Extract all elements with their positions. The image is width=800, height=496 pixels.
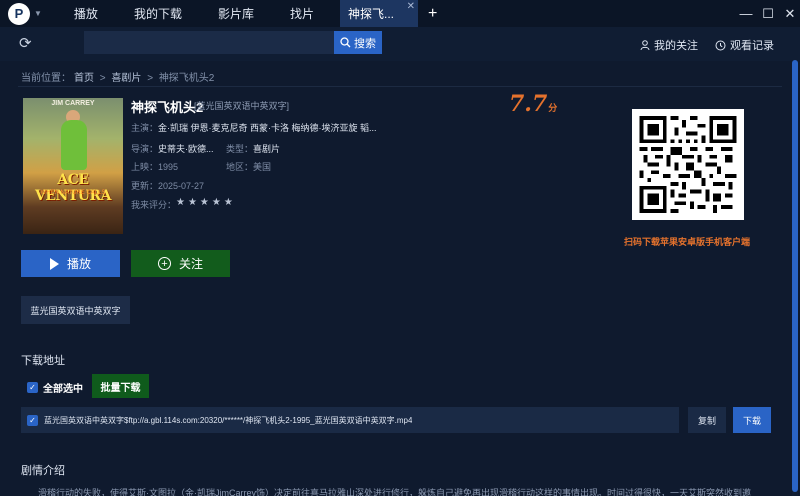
breadcrumb-sep: > (147, 73, 154, 84)
poster-figure (61, 120, 87, 170)
updated-row: 更新：2025-07-27 (131, 179, 204, 192)
genre-label: 类型： (226, 144, 254, 154)
checkbox-checked-icon[interactable]: ✓ (27, 382, 38, 393)
download-button[interactable]: 下载 (733, 407, 771, 433)
watch-history-label: 观看记录 (730, 40, 774, 52)
download-link-text[interactable]: 蓝光国英双语中英双字$ftp://a.gbl.114s.com:20320/**… (44, 415, 412, 426)
release-value: 1995 (158, 162, 179, 172)
tab-find-movie[interactable]: 找片 (272, 0, 332, 27)
search-bar: ⟳ 搜索 我的关注 观看记录 (0, 27, 800, 61)
movie-version-tag: [蓝光国英双语中英双字] (194, 101, 290, 111)
play-button[interactable]: 播放 (21, 250, 120, 277)
breadcrumb: 当前位置： 首页 > 喜剧片 > 神探飞机头2 (21, 69, 217, 84)
download-section-title: 下载地址 (21, 355, 65, 367)
cast-row: 主演：金·凯瑞 伊恩·麦克尼奇 西蒙·卡洛 梅纳德·埃济亚旋 韬... (131, 121, 377, 134)
region-row: 地区：美国 (226, 160, 271, 173)
breadcrumb-home[interactable]: 首页 (74, 73, 94, 84)
updated-label: 更新： (131, 181, 159, 191)
poster-subtitle-text: WHEN NATURE CALLS (40, 190, 106, 196)
breadcrumb-prefix: 当前位置： (21, 73, 71, 84)
user-icon (640, 39, 650, 50)
tab-play[interactable]: 播放 (56, 0, 116, 27)
title-bar: P ▼ 播放 我的下载 影片库 找片 神探飞... ✕ + — ☐ ✕ (0, 0, 800, 27)
director-value[interactable]: 史蒂夫·欧德... (158, 144, 214, 154)
app-logo[interactable]: P (8, 2, 30, 25)
my-follow-label: 我的关注 (654, 40, 698, 52)
tab-my-downloads[interactable]: 我的下载 (116, 0, 200, 27)
close-tab-icon[interactable]: ✕ (407, 1, 415, 12)
maximize-button[interactable]: ☐ (757, 0, 779, 27)
minimize-button[interactable]: — (735, 0, 757, 27)
movie-poster[interactable]: JIM CARREY ACE VENTURA WHEN NATURE CALLS (23, 98, 123, 234)
rating-row: 我来评分： (131, 198, 176, 211)
poster-title-text: ACE VENTURA (35, 172, 111, 204)
source-tab[interactable]: 蓝光国英双语中英双字 (21, 296, 130, 324)
qr-caption: 扫码下载苹果安卓版手机客户端 (624, 237, 751, 247)
region-label: 地区： (226, 162, 254, 172)
score-unit: 分 (548, 104, 558, 114)
divider (18, 86, 782, 87)
cast-value[interactable]: 金·凯瑞 伊恩·麦克尼奇 西蒙·卡洛 梅纳德·埃济亚旋 韬... (158, 123, 377, 133)
follow-button[interactable]: + 关注 (131, 250, 230, 277)
chevron-down-icon[interactable]: ▼ (34, 9, 42, 18)
close-button[interactable]: ✕ (779, 0, 800, 27)
qr-code (632, 109, 744, 220)
tab-current-label: 神探飞... (347, 7, 394, 21)
follow-button-label: 关注 (178, 257, 203, 271)
play-icon (49, 257, 59, 270)
score-value: 7.7 (509, 91, 548, 117)
plus-circle-icon: + (157, 257, 171, 270)
director-label: 导演： (131, 144, 159, 154)
tab-movie-library[interactable]: 影片库 (200, 0, 272, 27)
scrollbar-thumb[interactable] (792, 60, 798, 492)
add-tab-icon[interactable]: + (428, 5, 437, 23)
watch-history-link[interactable]: 观看记录 (715, 37, 774, 53)
search-icon (340, 37, 351, 48)
plot-text: 滑稽行动的失败，使得艾斯·文图拉（金·凯瑞JimCarrey饰）决定前往喜马拉雅… (38, 488, 751, 496)
rating-stars[interactable]: ★★★★★ (176, 197, 236, 208)
breadcrumb-current: 神探飞机头2 (158, 73, 215, 84)
checkbox-checked-icon[interactable]: ✓ (27, 414, 38, 426)
breadcrumb-sep: > (99, 73, 106, 84)
director-row: 导演：史蒂夫·欧德... (131, 142, 214, 155)
movie-title: 神探飞机头2 (131, 100, 204, 115)
batch-download-button[interactable]: 批量下载 (92, 374, 149, 398)
search-button-label: 搜索 (354, 37, 376, 50)
poster-actor-text: JIM CARREY (51, 100, 95, 107)
updated-value: 2025-07-27 (158, 181, 205, 191)
qr-code-image (639, 116, 737, 213)
tab-current-movie[interactable]: 神探飞... ✕ (339, 0, 418, 27)
cast-label: 主演： (131, 123, 159, 133)
release-label: 上映： (131, 162, 159, 172)
clock-icon (715, 40, 726, 50)
genre-value[interactable]: 喜剧片 (253, 144, 280, 154)
genre-row: 类型：喜剧片 (226, 142, 280, 155)
region-value: 美国 (253, 162, 272, 172)
select-all-label: 全部选中 (43, 384, 83, 395)
select-all-checkbox[interactable]: ✓ 全部选中 (27, 380, 83, 395)
release-row: 上映：1995 (131, 160, 178, 173)
copy-button[interactable]: 复制 (688, 407, 726, 433)
download-item: ✓ 蓝光国英双语中英双字$ftp://a.gbl.114s.com:20320/… (21, 407, 679, 433)
play-button-label: 播放 (66, 257, 91, 271)
movie-score: 7.7分 (509, 91, 557, 117)
search-button[interactable]: 搜索 (334, 31, 382, 54)
search-input[interactable] (84, 31, 334, 54)
refresh-icon[interactable]: ⟳ (19, 35, 37, 53)
my-follow-link[interactable]: 我的关注 (640, 37, 698, 53)
breadcrumb-category[interactable]: 喜剧片 (111, 73, 141, 84)
plot-section-title: 剧情介绍 (21, 465, 65, 477)
rating-label: 我来评分： (131, 200, 177, 210)
